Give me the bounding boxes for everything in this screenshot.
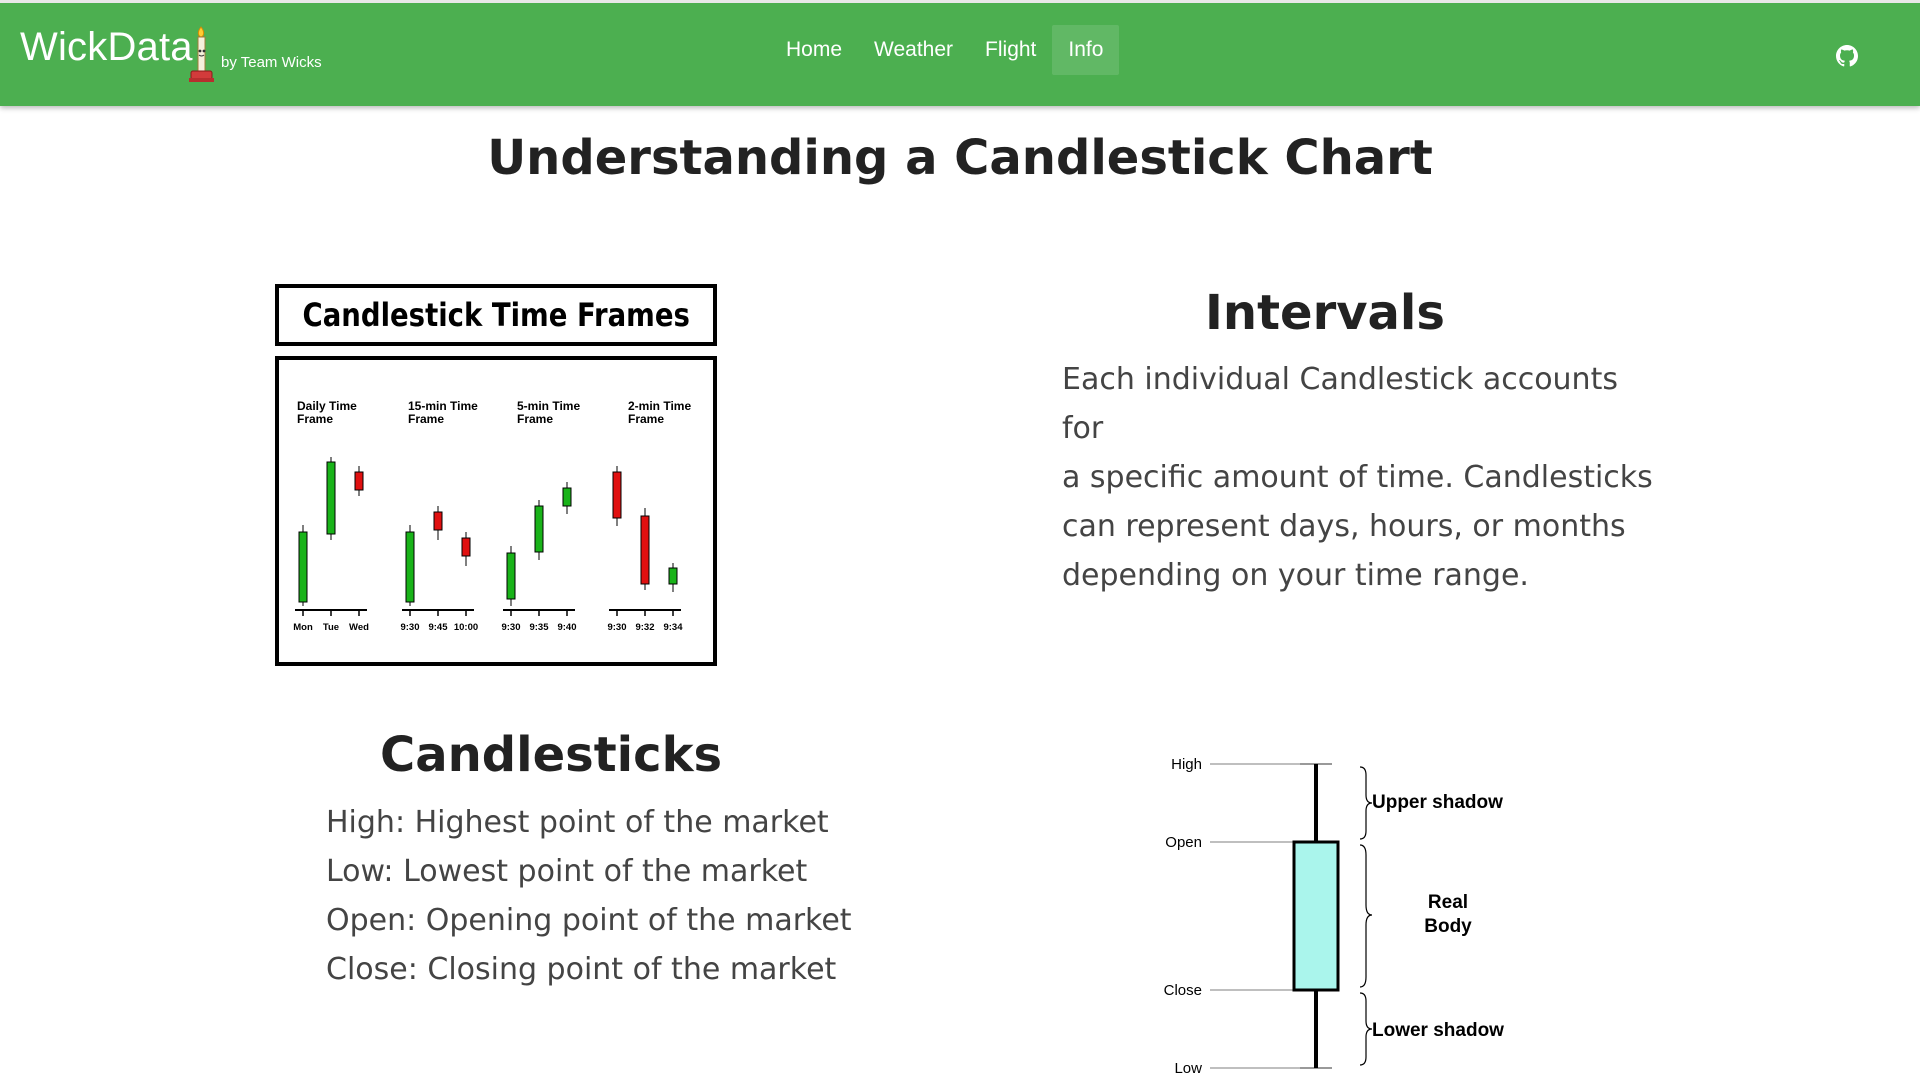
tick-daily-0: Mon xyxy=(293,622,313,633)
nav-flight[interactable]: Flight xyxy=(969,25,1052,75)
candle-daily-wed xyxy=(354,471,364,491)
upper-shadow-label: Upper shadow xyxy=(1372,792,1503,813)
lower-shadow-label: Lower shadow xyxy=(1372,1020,1504,1041)
intervals-line: depending on your time range. xyxy=(1062,558,1529,593)
byline: by Team Wicks xyxy=(221,54,322,71)
tick-15min-1: 9:45 xyxy=(428,622,448,633)
anatomy-label-close: Close xyxy=(1164,982,1202,999)
panel-label-15min-1: 15-min Time xyxy=(408,399,478,413)
real-body xyxy=(1292,840,1340,992)
intervals-line: a specific amount of time. Candlesticks xyxy=(1062,460,1653,495)
tick-2min-1: 9:32 xyxy=(635,622,654,633)
panel-label-daily-2: Frame xyxy=(297,412,333,426)
candle-15min-1 xyxy=(433,511,443,531)
candle-5min-2 xyxy=(562,487,572,507)
intervals-title: Intervals xyxy=(1205,285,1445,341)
anatomy-label-open: Open xyxy=(1165,834,1202,851)
tick-5min-0: 9:30 xyxy=(501,622,520,633)
brand-name[interactable]: WickData xyxy=(20,25,193,70)
candle-15min-2 xyxy=(461,537,471,557)
anatomy-label-high: High xyxy=(1171,756,1202,773)
github-icon[interactable] xyxy=(1836,45,1858,67)
candle-2min-2 xyxy=(668,567,678,585)
anatomy-braces xyxy=(1359,766,1373,1066)
time-frames-chart: Daily Time Frame 15-min Time Frame 5-min… xyxy=(275,356,717,666)
anatomy-label-low: Low xyxy=(1174,1060,1202,1075)
candle-logo-icon xyxy=(189,26,214,82)
candles xyxy=(298,457,678,606)
time-frames-svg: Daily Time Frame 15-min Time Frame 5-min… xyxy=(293,399,691,633)
page-title: Understanding a Candlestick Chart xyxy=(487,130,1433,186)
tick-daily-1: Tue xyxy=(323,622,339,633)
tick-15min-2: 10:00 xyxy=(454,622,478,633)
candlesticks-item-low: Low: Lowest point of the market xyxy=(326,854,808,889)
intervals-text: Each individual Candlestick accounts for… xyxy=(1062,355,1662,600)
candle-5min-0 xyxy=(506,552,516,600)
tick-2min-0: 9:30 xyxy=(607,622,626,633)
nav-info[interactable]: Info xyxy=(1052,25,1120,75)
time-frames-title: Candlestick Time Frames xyxy=(302,296,690,334)
tick-2min-2: 9:34 xyxy=(663,622,683,633)
nav-links: Home Weather Flight Info xyxy=(770,25,1120,75)
navbar: WickData by Team Wicks Home Weather Flig… xyxy=(0,0,1920,106)
candle-daily-mon xyxy=(298,531,308,603)
candle-anatomy-diagram: High Open Close Low Upper shadow Real Bo… xyxy=(1164,756,1505,1075)
candlesticks-item-close: Close: Closing point of the market xyxy=(326,952,837,987)
real-label: Real xyxy=(1428,892,1468,913)
tick-15min-0: 9:30 xyxy=(400,622,419,633)
tick-daily-2: Wed xyxy=(349,622,369,633)
candle-5min-1 xyxy=(534,505,544,553)
candle-2min-0 xyxy=(612,471,622,519)
intervals-line: can represent days, hours, or months xyxy=(1062,509,1626,544)
intervals-line: Each individual Candlestick accounts for xyxy=(1062,362,1618,446)
tick-5min-1: 9:35 xyxy=(529,622,549,633)
panel-label-2min-1: 2-min Time xyxy=(628,399,691,413)
candlesticks-item-high: High: Highest point of the market xyxy=(326,805,829,840)
panel-label-5min-2: Frame xyxy=(517,412,553,426)
panel-label-5min-1: 5-min Time xyxy=(517,399,580,413)
panel-label-2min-2: Frame xyxy=(628,412,664,426)
panel-label-daily-1: Daily Time xyxy=(297,399,357,413)
axis-ticks xyxy=(302,610,674,616)
candle-15min-0 xyxy=(405,531,415,603)
tick-5min-2: 9:40 xyxy=(557,622,576,633)
nav-home[interactable]: Home xyxy=(770,25,858,75)
candlesticks-list: High: Highest point of the market Low: L… xyxy=(326,798,852,994)
body-label: Body xyxy=(1424,916,1472,937)
candle-2min-1 xyxy=(640,515,650,585)
nav-weather[interactable]: Weather xyxy=(858,25,969,75)
panel-label-15min-2: Frame xyxy=(408,412,444,426)
candlesticks-title: Candlesticks xyxy=(380,727,723,783)
candle-daily-tue xyxy=(326,461,336,535)
candlesticks-item-open: Open: Opening point of the market xyxy=(326,903,852,938)
time-frames-title-box: Candlestick Time Frames xyxy=(275,284,717,346)
